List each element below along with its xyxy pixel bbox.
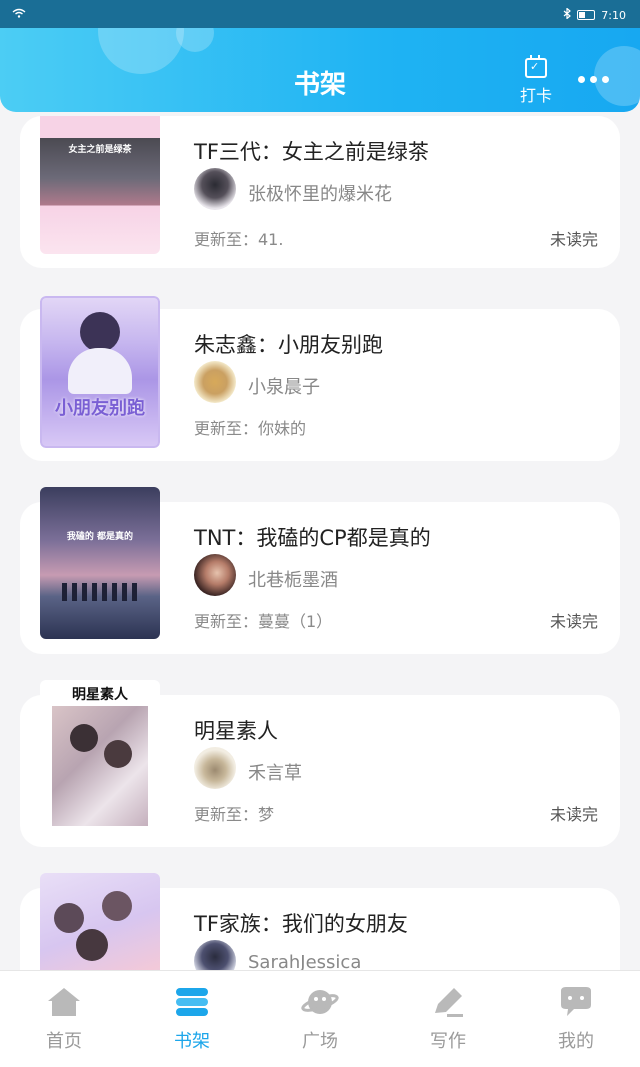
planet-icon <box>301 985 339 1019</box>
book-title: 明星素人 <box>194 719 278 743</box>
nav-me-label: 我的 <box>558 1031 594 1052</box>
author-avatar <box>194 940 236 970</box>
update-info: 更新至：梦 <box>194 805 275 824</box>
nav-write[interactable]: 写作 <box>384 971 512 1067</box>
author-name: 禾言草 <box>248 763 302 784</box>
update-info: 更新至：41. <box>194 230 284 249</box>
wifi-icon <box>12 8 26 21</box>
author-avatar <box>194 361 236 403</box>
pen-icon <box>429 985 467 1019</box>
author-avatar <box>194 554 236 596</box>
bluetooth-icon <box>563 7 572 22</box>
checkin-label: 打卡 <box>519 86 552 105</box>
nav-home-label: 首页 <box>46 1031 82 1052</box>
bookshelf-icon <box>173 985 211 1019</box>
book-card[interactable]: 我磕的 都是真的 TNT：我磕的CP都是真的 北巷栀墨酒 更新至：蔓蔓（1） 未… <box>20 487 620 654</box>
update-info: 更新至：蔓蔓（1） <box>194 612 333 631</box>
decor-bubble <box>176 28 214 52</box>
author-name: SarahJessica <box>248 952 362 970</box>
bottom-nav: 首页 书架 广场 写作 我的 <box>0 970 640 1067</box>
nav-bookshelf-label: 书架 <box>174 1031 210 1052</box>
bookshelf-list: 女主之前是绿茶 TF三代：女主之前是绿茶 张极怀里的爆米花 更新至：41. 未读… <box>0 112 640 970</box>
book-card[interactable]: TF家族：我们的女朋友 SarahJessica <box>20 873 620 970</box>
home-icon <box>45 985 83 1019</box>
nav-square[interactable]: 广场 <box>256 971 384 1067</box>
author-name: 北巷栀墨酒 <box>248 570 338 591</box>
nav-bookshelf[interactable]: 书架 <box>128 971 256 1067</box>
book-card[interactable]: 女主之前是绿茶 TF三代：女主之前是绿茶 张极怀里的爆米花 更新至：41. 未读… <box>20 116 620 268</box>
battery-icon <box>577 10 596 20</box>
book-cover[interactable]: 明星素人 <box>40 680 160 832</box>
book-card[interactable]: 小朋友别跑 朱志鑫：小朋友别跑 小泉晨子 更新至：你妹的 <box>20 296 620 461</box>
author-name: 张极怀里的爆米花 <box>248 184 392 205</box>
author-avatar <box>194 168 236 210</box>
more-dots-icon <box>578 76 585 83</box>
book-title: TF三代：女主之前是绿茶 <box>194 140 429 164</box>
read-status: 未读完 <box>549 230 598 249</box>
status-bar: 7:10 <box>0 0 640 30</box>
clock: 7:10 <box>601 8 626 22</box>
author-name: 小泉晨子 <box>248 377 320 398</box>
top-header: 书架 ✓ 打卡 <box>0 28 640 112</box>
calendar-icon: ✓ <box>525 55 547 78</box>
nav-write-label: 写作 <box>430 1031 466 1052</box>
book-cover[interactable]: 小朋友别跑 <box>40 296 160 448</box>
book-cover[interactable]: 我磕的 都是真的 <box>40 487 160 639</box>
book-title: TNT：我磕的CP都是真的 <box>194 526 431 550</box>
nav-square-label: 广场 <box>302 1031 338 1052</box>
book-title: 朱志鑫：小朋友别跑 <box>194 333 383 357</box>
chat-bubble-icon <box>557 985 595 1019</box>
book-cover[interactable] <box>40 873 160 970</box>
author-avatar <box>194 747 236 789</box>
book-cover[interactable]: 女主之前是绿茶 <box>40 116 160 254</box>
update-info: 更新至：你妹的 <box>194 419 307 438</box>
book-card[interactable]: 明星素人 明星素人 禾言草 更新至：梦 未读完 <box>20 680 620 847</box>
book-title: TF家族：我们的女朋友 <box>194 912 408 936</box>
read-status: 未读完 <box>549 805 598 824</box>
nav-home[interactable]: 首页 <box>0 971 128 1067</box>
read-status: 未读完 <box>549 612 598 631</box>
checkin-button[interactable]: ✓ 打卡 <box>512 55 560 106</box>
nav-me[interactable]: 我的 <box>512 971 640 1067</box>
more-menu-button[interactable] <box>578 76 609 83</box>
